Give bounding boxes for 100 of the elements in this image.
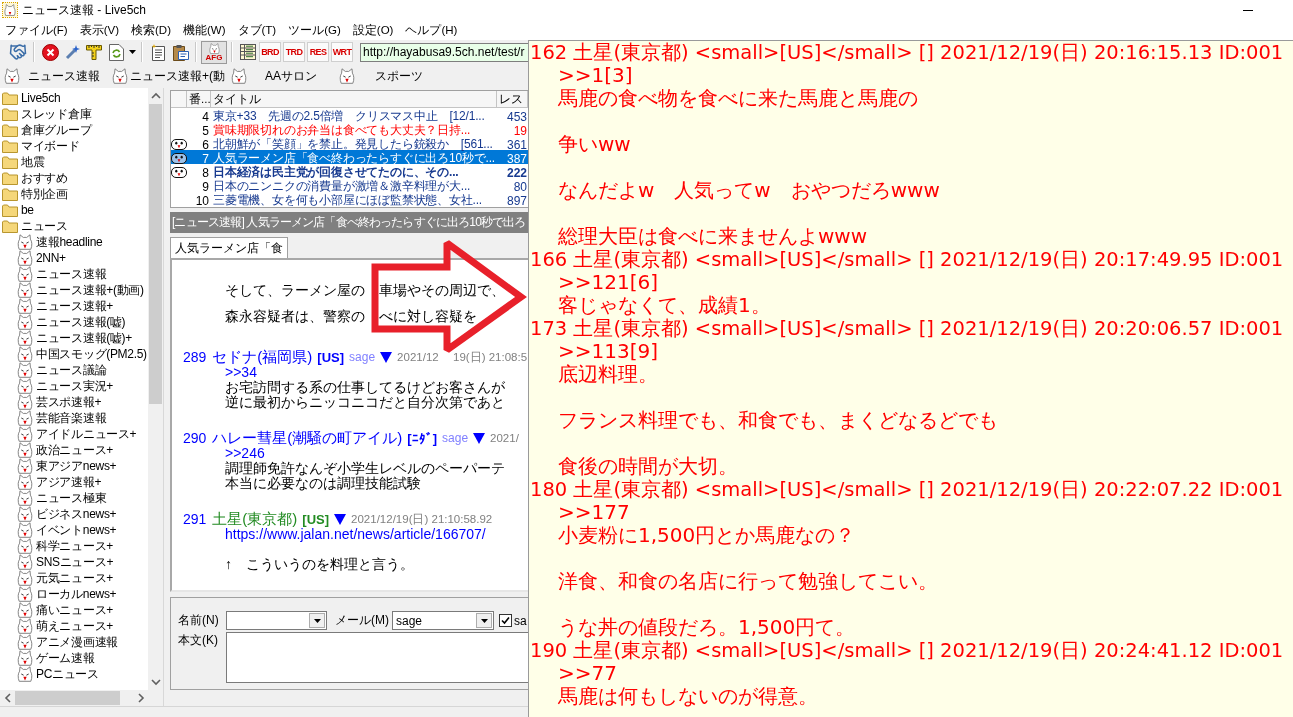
- thread-row[interactable]: 7 人気ラーメン店「食べ終わったらすぐに出ろ10秒で... 387: [171, 150, 528, 164]
- tree-item[interactable]: 速報headline: [0, 234, 148, 250]
- triangle-icon[interactable]: [380, 351, 393, 363]
- tree-item[interactable]: マイボード: [0, 138, 148, 154]
- dropdown-button[interactable]: [476, 613, 492, 628]
- mail-combo[interactable]: sage: [392, 611, 494, 630]
- tree-item[interactable]: 特別企画: [0, 186, 148, 202]
- menu-item[interactable]: 設定(O): [352, 22, 394, 38]
- name-combo[interactable]: [226, 611, 327, 630]
- board-tab[interactable]: スポーツ: [335, 65, 443, 87]
- menu-item[interactable]: タブ(T): [237, 22, 277, 38]
- tree-item[interactable]: ニュース極東: [0, 490, 148, 506]
- column-header[interactable]: 番...: [187, 91, 211, 108]
- column-header[interactable]: レス: [497, 91, 528, 108]
- view-button[interactable]: RES: [307, 42, 329, 62]
- checkbox[interactable]: [499, 614, 512, 627]
- tree-item[interactable]: SNSニュース+: [0, 554, 148, 570]
- board-tab[interactable]: AAサロン: [227, 65, 335, 87]
- address-field[interactable]: http://hayabusa9.5ch.net/test/r: [360, 42, 528, 62]
- menu-item[interactable]: 機能(W): [183, 22, 226, 38]
- tree-item[interactable]: おすすめ: [0, 170, 148, 186]
- tree-item[interactable]: Live5ch: [0, 90, 148, 106]
- tree-item[interactable]: ニュース速報: [0, 266, 148, 282]
- view-button[interactable]: BRD: [259, 42, 281, 62]
- tree-item[interactable]: 倉庫グループ: [0, 122, 148, 138]
- tree-item[interactable]: ビジネスnews+: [0, 506, 148, 522]
- tree-item[interactable]: 中国スモッグ(PM2.5): [0, 346, 148, 362]
- menu-item[interactable]: ツール(G): [288, 22, 341, 38]
- tree-item[interactable]: ニュース速報(嘘)+: [0, 330, 148, 346]
- post-number[interactable]: 289: [183, 349, 207, 365]
- tree-item[interactable]: アニメ漫画速報: [0, 634, 148, 650]
- menu-item[interactable]: ファイル(F): [5, 22, 68, 38]
- post-number[interactable]: 290: [183, 430, 207, 446]
- menu-item[interactable]: 検索(D): [131, 22, 171, 38]
- tree-item[interactable]: ニュース速報(嘘): [0, 314, 148, 330]
- tree-item[interactable]: アイドルニュース+: [0, 426, 148, 442]
- tree-item[interactable]: スレッド倉庫: [0, 106, 148, 122]
- board-tab[interactable]: ニュース速報+(動: [108, 65, 227, 87]
- checkbox-label[interactable]: sa: [514, 613, 527, 628]
- clipboard-icon[interactable]: [171, 43, 189, 61]
- column-header[interactable]: タイトル: [211, 91, 497, 108]
- chevron-left-icon[interactable]: [3, 693, 12, 703]
- thread-row[interactable]: 9 日本のニンニクの消費量が激増＆激辛料理が大... 80: [171, 178, 528, 192]
- tree-item[interactable]: アジア速報+: [0, 474, 148, 490]
- chevron-up-icon[interactable]: [150, 92, 161, 100]
- stop-icon[interactable]: [41, 43, 59, 61]
- message-field[interactable]: [226, 632, 528, 683]
- thread-row[interactable]: 10 三菱電機、女を何も小部屋にほぼ監禁状態、女社... 897: [171, 192, 528, 206]
- tree-item[interactable]: 芸スポ速報+: [0, 394, 148, 410]
- tree-item[interactable]: 芸能音楽速報: [0, 410, 148, 426]
- chevron-down-icon[interactable]: [150, 678, 161, 686]
- caret-icon[interactable]: [480, 618, 488, 623]
- triangle-icon[interactable]: [334, 513, 347, 525]
- tree-item[interactable]: ニュース速報+(動画): [0, 282, 148, 298]
- tree-item[interactable]: PCニュース: [0, 666, 148, 682]
- notepad-icon[interactable]: [150, 43, 166, 61]
- reply-link[interactable]: >>246: [225, 445, 265, 461]
- ruler-icon[interactable]: [86, 44, 102, 60]
- tree-item[interactable]: イベントnews+: [0, 522, 148, 538]
- wand-icon[interactable]: [63, 43, 81, 61]
- board-tab[interactable]: ニュース速報: [0, 65, 108, 87]
- reply-link[interactable]: >>34: [225, 364, 257, 380]
- caret-icon[interactable]: [313, 618, 321, 623]
- minimize-icon[interactable]: [1243, 9, 1253, 11]
- tree-item[interactable]: 東アジアnews+: [0, 458, 148, 474]
- view-button[interactable]: TRD: [283, 42, 305, 62]
- tree-item[interactable]: ニュース速報+: [0, 298, 148, 314]
- menu-item[interactable]: ヘルプ(H): [405, 22, 458, 38]
- tree-item[interactable]: ニュース実況+: [0, 378, 148, 394]
- tree-item[interactable]: 科学ニュース+: [0, 538, 148, 554]
- tree-item[interactable]: be: [0, 202, 148, 218]
- tree-item[interactable]: 萌えニュース+: [0, 618, 148, 634]
- thread-tab[interactable]: 人気ラーメン店「食: [170, 237, 288, 258]
- handshake-icon[interactable]: [9, 43, 27, 61]
- filter-toggle-button[interactable]: AFG: [201, 40, 227, 64]
- triangle-icon[interactable]: [473, 432, 486, 444]
- tree-item[interactable]: ローカルnews+: [0, 586, 148, 602]
- tree-item[interactable]: 政治ニュース+: [0, 442, 148, 458]
- tree-item[interactable]: 元気ニュース+: [0, 570, 148, 586]
- scroll-thumb[interactable]: [149, 104, 162, 404]
- dropdown-button[interactable]: [309, 613, 325, 628]
- url-link[interactable]: https://www.jalan.net/news/article/166707/: [225, 526, 486, 542]
- list-icon[interactable]: [240, 44, 256, 60]
- tree-item[interactable]: 痛いニュース+: [0, 602, 148, 618]
- refresh-page-icon[interactable]: [108, 43, 124, 61]
- thread-row[interactable]: 8 日本経済は民主党が回復させてたのに、その... 222: [171, 164, 528, 178]
- tree-item[interactable]: ニュース: [0, 218, 148, 234]
- tree-item[interactable]: ゲーム速報: [0, 650, 148, 666]
- caret-icon[interactable]: [128, 50, 136, 54]
- post-number[interactable]: 291: [183, 511, 207, 527]
- tree-item[interactable]: ニュース議論: [0, 362, 148, 378]
- chevron-right-icon[interactable]: [136, 693, 145, 703]
- tree-item[interactable]: 地震: [0, 154, 148, 170]
- tree-item[interactable]: 2NN+: [0, 250, 148, 266]
- thread-row[interactable]: 5 賞味期限切れのお弁当は食べても大丈夫？日持... 19: [171, 122, 528, 136]
- view-button[interactable]: WRT: [331, 42, 353, 62]
- menu-item[interactable]: 表示(V): [79, 22, 120, 38]
- scroll-thumb[interactable]: [15, 691, 120, 705]
- thread-row[interactable]: 4 東京+33 先週の2.5倍増 クリスマス中止 [12/1... 453: [171, 108, 528, 122]
- thread-row[interactable]: 6 北朝鮮が「笑顔」を禁止。発見したら銃殺か [561... 361: [171, 136, 528, 150]
